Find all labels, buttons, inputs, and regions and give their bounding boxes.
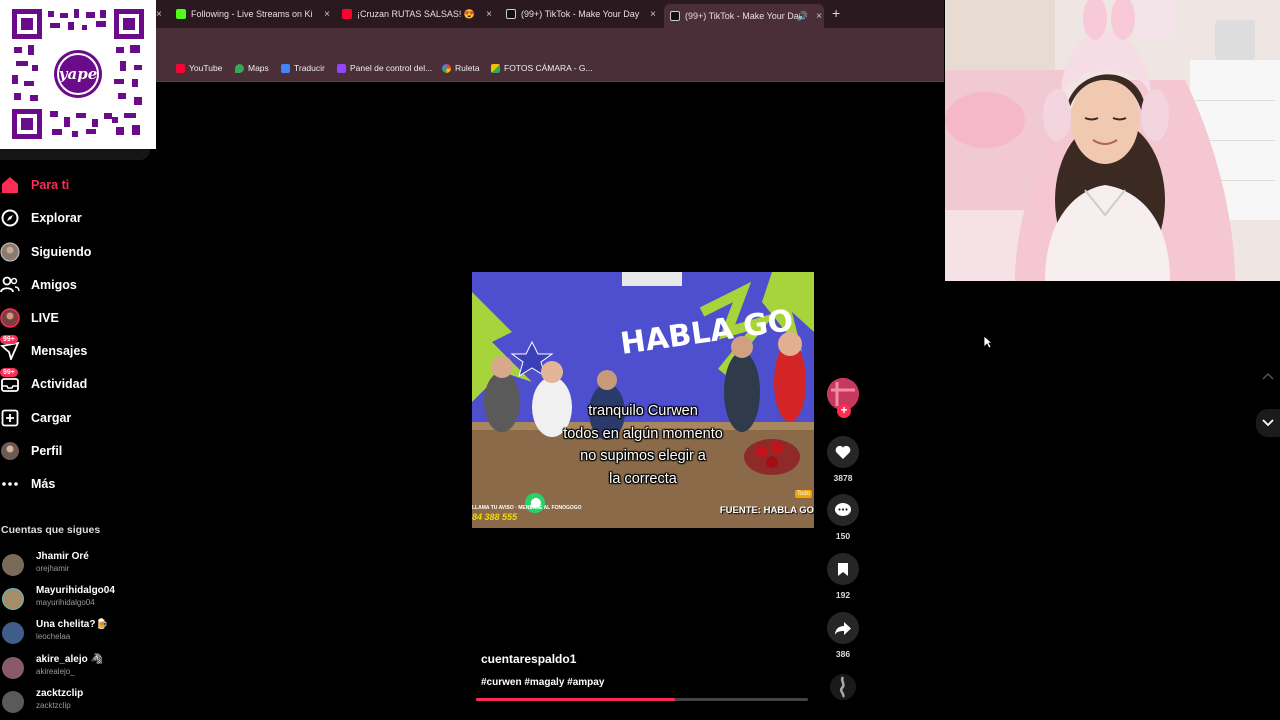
nav-live[interactable]: LIVE xyxy=(0,306,59,330)
tiktok-icon xyxy=(506,9,516,19)
bookmark-maps[interactable]: Maps xyxy=(235,63,269,73)
source-label: FUENTE: HABLA GO xyxy=(719,505,814,516)
kick-icon xyxy=(176,9,186,19)
previous-video-button[interactable] xyxy=(1256,362,1280,390)
translate-icon xyxy=(281,63,290,73)
bookmark-fotos[interactable]: FOTOS CÁMARA - G... xyxy=(491,63,593,73)
tab-label: ¡Cruzan RUTAS SALSAS! 😍 xyxy=(357,8,476,19)
activity-badge: 99+ xyxy=(0,368,18,377)
mouse-cursor-icon xyxy=(983,335,994,354)
streamer-webcam-image xyxy=(945,0,1280,281)
compass-icon xyxy=(0,208,20,228)
nav-perfil[interactable]: Perfil xyxy=(0,439,62,463)
nav-amigos[interactable]: Amigos xyxy=(0,273,77,297)
yape-qr-code: yape xyxy=(0,0,156,149)
tab-label: Following - Live Streams on Ki xyxy=(191,9,313,19)
maps-icon xyxy=(235,63,244,73)
comment-icon xyxy=(827,494,859,526)
nav-cargar[interactable]: Cargar xyxy=(0,406,71,430)
avatar xyxy=(2,622,24,644)
webcam-overlay xyxy=(945,0,1280,281)
tab-tiktok-active[interactable]: (99+) TikTok - Make Your Da 🔊 × xyxy=(664,4,824,28)
follow-plus-icon[interactable]: + xyxy=(837,404,851,418)
video-progress-fill xyxy=(476,698,676,701)
following-avatar-icon xyxy=(0,242,20,262)
bookmark-ruleta[interactable]: Ruleta xyxy=(442,63,480,73)
music-disc-icon xyxy=(830,674,856,700)
video-progress-bar[interactable] xyxy=(476,698,808,701)
close-icon[interactable]: × xyxy=(486,9,492,20)
comment-button[interactable]: 150 xyxy=(827,494,859,541)
heart-icon xyxy=(827,436,859,468)
nav-siguiendo[interactable]: Siguiendo xyxy=(0,240,91,264)
following-account[interactable]: Jhamir Oré orejhamir xyxy=(0,551,150,581)
following-account[interactable]: Una chelita?🍺 leochelaa xyxy=(0,619,150,649)
avatar xyxy=(2,657,24,679)
tab-kick[interactable]: Following - Live Streams on Ki × xyxy=(176,4,332,24)
tiktok-icon xyxy=(670,11,680,21)
tab-youtube[interactable]: ¡Cruzan RUTAS SALSAS! 😍 × xyxy=(342,4,494,24)
save-button[interactable]: 192 xyxy=(827,553,859,600)
post-hashtags[interactable]: #curwen #magaly #ampay xyxy=(481,677,604,688)
post-author[interactable]: cuentarespaldo1 xyxy=(481,652,576,666)
tab-close-partial[interactable]: × xyxy=(156,4,168,24)
tab-label: (99+) TikTok - Make Your Da xyxy=(685,11,799,21)
following-account[interactable]: akire_alejo 🦓 akirealejo_ xyxy=(0,654,150,684)
messages-badge: 99+ xyxy=(0,335,18,344)
nav-mas[interactable]: Más xyxy=(0,472,55,496)
live-avatar-icon xyxy=(0,308,20,328)
save-count: 192 xyxy=(835,590,851,600)
new-tab-button[interactable]: + xyxy=(832,5,840,21)
bookmark-icon xyxy=(827,553,859,585)
avatar xyxy=(2,588,24,610)
more-icon xyxy=(0,474,20,494)
home-icon xyxy=(0,175,20,195)
following-account[interactable]: zacktzclip zacktzclip xyxy=(0,688,150,718)
tab-label: (99+) TikTok - Make Your Day xyxy=(521,9,640,19)
like-button[interactable]: 3878 xyxy=(827,436,859,483)
like-count: 3878 xyxy=(833,473,853,483)
twitch-icon xyxy=(337,63,346,73)
speaker-icon[interactable]: 🔊 xyxy=(797,11,808,22)
drive-icon xyxy=(491,63,500,73)
chevron-up-icon xyxy=(1262,372,1274,380)
youtube-icon xyxy=(342,9,352,19)
nav-explorar[interactable]: Explorar xyxy=(0,206,82,230)
profile-avatar-icon xyxy=(0,441,20,461)
avatar xyxy=(2,691,24,713)
promo-phone: 84 388 555 xyxy=(472,512,518,522)
bookmark-youtube[interactable]: YouTube xyxy=(176,63,222,73)
channel-tag: Todo xyxy=(794,490,812,498)
following-account[interactable]: Mayurihidalgo04 mayurihidalgo04 xyxy=(0,585,150,615)
promo-line: LLAMA TU AVISO · MENSAJE AL FONOGOGO xyxy=(472,505,582,511)
tab-tiktok-1[interactable]: (99+) TikTok - Make Your Day × xyxy=(506,4,658,24)
svg-text:yape: yape xyxy=(58,65,97,83)
share-count: 386 xyxy=(835,649,851,659)
video-player[interactable]: HABLA GO tranquilo Curwen todos en algún… xyxy=(472,272,814,528)
nav-para-ti[interactable]: Para ti xyxy=(0,173,69,197)
upload-icon xyxy=(0,408,20,428)
bookmark-panel[interactable]: Panel de control del... xyxy=(337,63,432,73)
messages-icon: 99+ xyxy=(0,335,20,361)
youtube-icon xyxy=(176,63,185,73)
bookmark-translate[interactable]: Traducir xyxy=(281,63,325,73)
chevron-down-icon xyxy=(1262,419,1274,427)
inbox-icon: 99+ xyxy=(0,368,20,394)
share-icon xyxy=(827,612,859,644)
close-icon[interactable]: × xyxy=(324,9,330,20)
next-video-button[interactable] xyxy=(1256,409,1280,437)
close-icon[interactable]: × xyxy=(816,11,822,22)
avatar xyxy=(2,554,24,576)
music-disc[interactable] xyxy=(827,674,859,700)
comment-count: 150 xyxy=(835,531,851,541)
share-button[interactable]: 386 xyxy=(827,612,859,659)
wheel-icon xyxy=(442,63,451,73)
video-caption: tranquilo Curwen todos en algún momento … xyxy=(563,403,723,487)
author-avatar[interactable]: + xyxy=(827,378,859,418)
nav-mensajes[interactable]: 99+ Mensajes xyxy=(0,335,87,363)
friends-icon xyxy=(0,275,20,295)
following-section-title: Cuentas que sigues xyxy=(1,524,101,536)
nav-actividad[interactable]: 99+ Actividad xyxy=(0,368,87,396)
close-icon[interactable]: × xyxy=(650,9,656,20)
